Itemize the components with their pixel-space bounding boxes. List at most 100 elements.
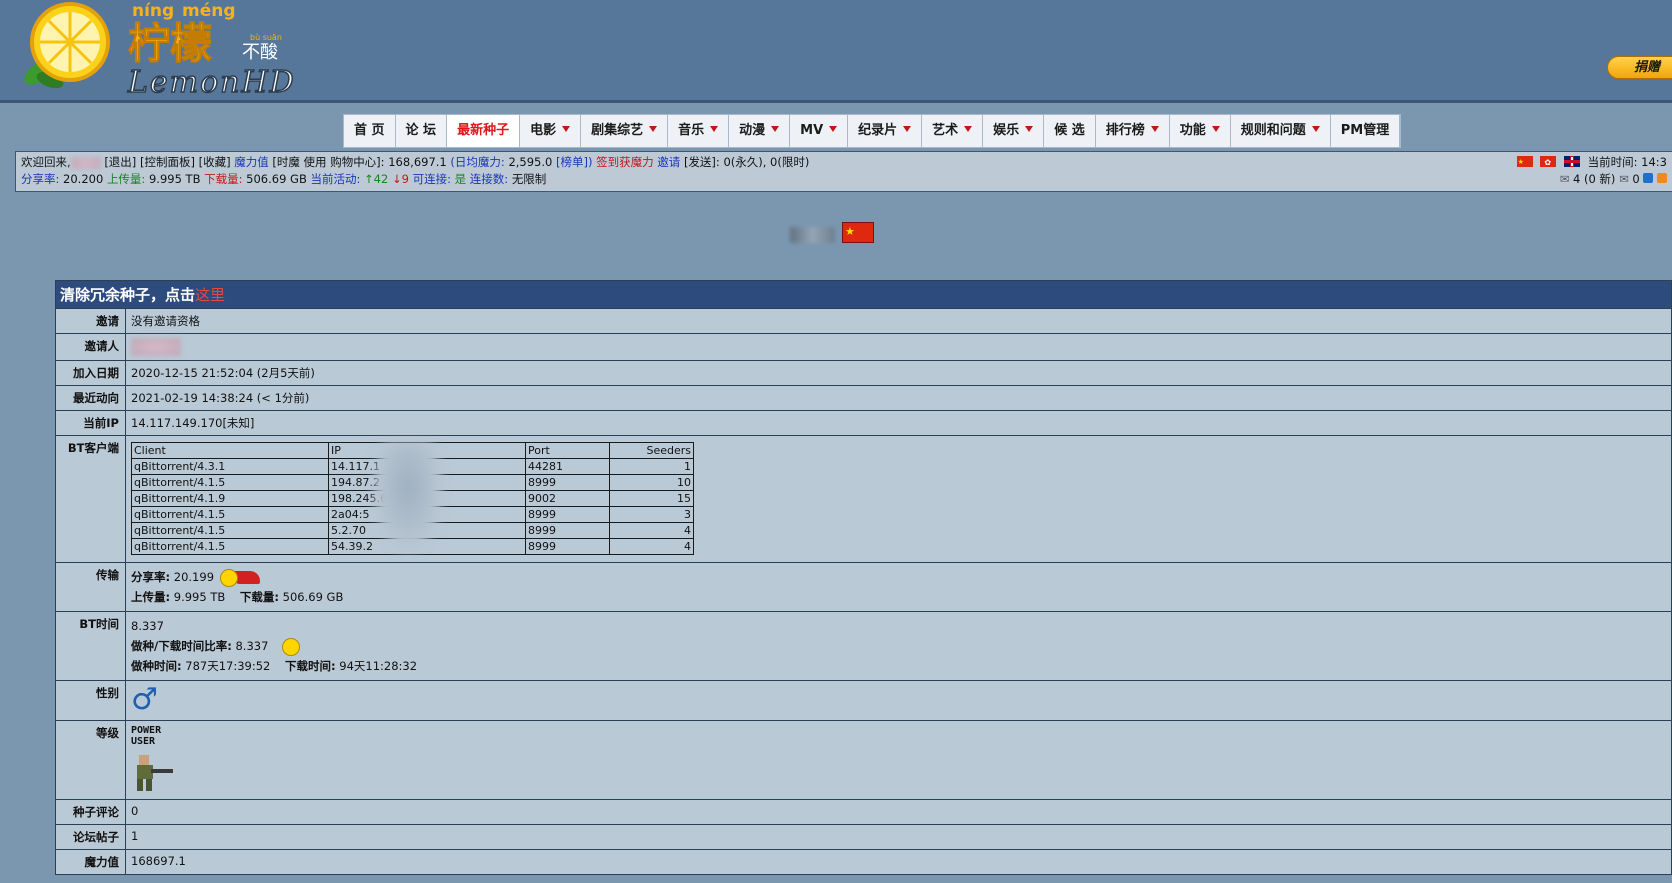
user-info-row-2: 分享率: 20.200 上传量: 9.995 TB 下载量: 506.69 GB… — [21, 171, 1667, 188]
signin-link[interactable]: 签到获魔力 — [596, 155, 654, 169]
bt-time-label: BT时间 — [55, 611, 126, 681]
download-label: 下载量: — [204, 172, 243, 186]
nav-item-3[interactable]: 电影 — [520, 115, 582, 147]
cleanup-link[interactable]: 这里 — [195, 286, 225, 304]
level-label: 等级 — [55, 720, 126, 800]
mail-icon[interactable]: ✉ — [1560, 172, 1570, 186]
nav-item-12[interactable]: 排行榜 — [1095, 115, 1170, 147]
caret-down-icon — [903, 126, 912, 132]
rss-icon[interactable] — [1657, 173, 1667, 183]
rank-link[interactable]: [榜单]) — [556, 155, 592, 169]
send-invite-link[interactable]: [发送]: — [684, 155, 720, 169]
caret-down-icon — [1025, 126, 1034, 132]
magic-value: 168697.1 — [125, 849, 1672, 875]
svg-text:níng: níng — [132, 1, 174, 21]
info-right-bottom: ✉ 4 (0 新) ✉ 0 — [1560, 171, 1667, 188]
invite-count: 0(永久), 0(限时) — [723, 155, 810, 169]
flag-uk-icon[interactable] — [1563, 156, 1580, 167]
nav-item-15[interactable]: PM管理 — [1330, 115, 1401, 147]
caret-down-icon — [649, 126, 658, 132]
table-row: 性别 ♂ — [55, 680, 1672, 721]
active-seeding[interactable]: ↑42 — [364, 172, 388, 186]
nav-item-8[interactable]: 纪录片 — [848, 115, 923, 147]
caret-down-icon — [829, 126, 838, 132]
nav-item-9[interactable]: 艺术 — [922, 115, 984, 147]
header-divider — [0, 100, 1672, 103]
comments-label: 种子评论 — [55, 799, 126, 825]
nav-item-label: 动漫 — [739, 123, 766, 138]
nav-item-4[interactable]: 剧集综艺 — [581, 115, 669, 147]
nav-item-5[interactable]: 音乐 — [668, 115, 730, 147]
control-panel-link[interactable]: [控制面板] — [140, 155, 195, 169]
nav-item-label: 剧集综艺 — [591, 123, 644, 138]
info-right-top: 当前时间: 14:3 — [1516, 154, 1667, 171]
join-date-value: 2020-12-15 21:52:04 (2月5天前) — [125, 360, 1672, 386]
client-name: qBittorrent/4.1.5 — [131, 474, 329, 491]
nav-item-0[interactable]: 首 页 — [344, 115, 396, 147]
table-row: BT时间 8.337 做种/下载时间比率: 8.337 做种时间: 787天17… — [55, 611, 1672, 681]
flag-hk-icon[interactable] — [1540, 154, 1557, 171]
ip-redaction-mask — [373, 443, 443, 553]
sent-mail-icon[interactable]: ✉ — [1619, 172, 1629, 186]
nav-item-10[interactable]: 娱乐 — [983, 115, 1045, 147]
username-redacted[interactable] — [70, 156, 101, 169]
power-user-rank-icon: POWER USER — [131, 725, 181, 795]
download-value: 506.69 GB — [246, 172, 307, 186]
table-row: 加入日期 2020-12-15 21:52:04 (2月5天前) — [55, 360, 1672, 386]
connectable-value: 是 — [454, 172, 467, 186]
table-row: 魔力值 168697.1 — [55, 849, 1672, 875]
nav-item-label: 功能 — [1179, 123, 1206, 138]
client-seeders: 15 — [609, 490, 694, 507]
posts-value[interactable]: 1 — [125, 824, 1672, 850]
nav-item-13[interactable]: 功能 — [1169, 115, 1231, 147]
table-row: 传输 分享率: 20.199 上传量: 9.995 TB 下载量: 506.69… — [55, 562, 1672, 612]
sent-count[interactable]: 0 — [1632, 172, 1639, 186]
message-count[interactable]: 4 (0 新) — [1573, 172, 1615, 186]
client-seeders: 10 — [609, 474, 694, 491]
table-row: 等级 POWER USER — [55, 720, 1672, 800]
favorites-link[interactable]: [收藏] — [199, 155, 231, 169]
inviter-label: 邀请人 — [55, 333, 126, 361]
active-leeching[interactable]: ↓9 — [392, 172, 409, 186]
profile-username-redacted — [790, 227, 835, 243]
site-header: níng méng 柠檬 不酸 bù suān LemonHD 捐赠 — [0, 0, 1672, 100]
nav-item-2[interactable]: 最新种子 — [447, 115, 521, 147]
client-port: 44281 — [525, 458, 610, 475]
client-port: 8999 — [525, 538, 610, 555]
transfer-download-value: 506.69 GB — [282, 590, 344, 604]
nav-item-14[interactable]: 规则和问题 — [1230, 115, 1331, 147]
current-ip-label: 当前IP — [55, 410, 126, 436]
nav-item-7[interactable]: MV — [790, 115, 849, 147]
nav-item-11[interactable]: 候 选 — [1044, 115, 1096, 147]
caret-down-icon — [1211, 126, 1220, 132]
magic-menu-text[interactable]: [时魔 使用 购物中心]: — [272, 155, 384, 169]
connectable-label: 可连接: — [412, 172, 451, 186]
svg-text:不酸: 不酸 — [242, 42, 278, 63]
friends-icon[interactable] — [1643, 173, 1654, 183]
inviter-redacted[interactable] — [131, 338, 181, 356]
flag-cn-icon[interactable] — [1516, 154, 1533, 171]
client-port: 8999 — [525, 522, 610, 539]
table-row: 当前IP 14.117.149.170[未知] — [55, 410, 1672, 436]
client-header: Client — [131, 442, 329, 459]
table-row: 最近动向 2021-02-19 14:38:24 (< 1分前) — [55, 385, 1672, 411]
transfer-ratio-value: 20.199 — [173, 570, 215, 584]
client-seeders: 4 — [609, 538, 694, 555]
upload-label: 上传量: — [106, 172, 146, 186]
cleanup-text: 清除冗余种子，点击 — [60, 286, 196, 304]
nav-item-6[interactable]: 动漫 — [729, 115, 791, 147]
download-time-value: 94天11:28:32 — [339, 659, 418, 673]
site-logo[interactable]: níng méng 柠檬 不酸 bù suān LemonHD — [10, 0, 450, 100]
user-info-row-1: 欢迎回来, [退出] [控制面板] [收藏] 魔力值 [时魔 使用 购物中心]:… — [21, 154, 1667, 171]
nav-item-1[interactable]: 论 坛 — [395, 115, 448, 147]
invite-link[interactable]: 邀请 — [657, 155, 680, 169]
last-seen-label: 最近动向 — [55, 385, 126, 411]
donate-button[interactable]: 捐赠 — [1607, 56, 1672, 79]
nav-item-label: PM管理 — [1340, 123, 1390, 138]
seeders-header: Seeders — [609, 442, 694, 459]
comments-value[interactable]: 0 — [125, 799, 1672, 825]
posts-label: 论坛帖子 — [55, 824, 126, 850]
magic-link[interactable]: 魔力值 — [234, 155, 269, 169]
logout-link[interactable]: [退出] — [104, 155, 136, 169]
seed-ratio-label: 做种/下载时间比率: — [131, 639, 232, 653]
